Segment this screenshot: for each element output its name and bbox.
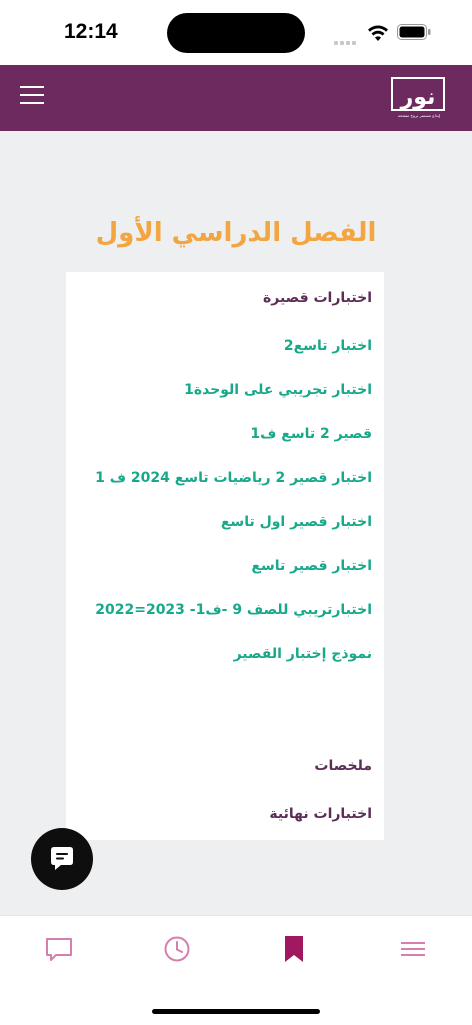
link-item[interactable]: اختبار تجريبي على الوحدة1 xyxy=(78,382,372,398)
status-time: 12:14 xyxy=(64,20,118,43)
link-item[interactable]: قصير 2 تاسع ف1 xyxy=(78,426,372,442)
content-panel: اختبارات قصيرة اختبار تاسع2 اختبار تجريب… xyxy=(66,272,384,840)
link-item[interactable]: اختبار قصير تاسع xyxy=(78,558,372,574)
logo-tagline: إبداع مستمر بروح منفتحة xyxy=(397,113,441,118)
link-item[interactable]: نموذج إختبار القصير xyxy=(78,646,372,662)
chat-bubble-icon xyxy=(51,847,73,870)
battery-icon xyxy=(397,24,431,40)
link-item[interactable]: اختبار تاسع2 xyxy=(78,338,372,354)
section-heading-short-tests[interactable]: اختبارات قصيرة xyxy=(78,290,372,306)
link-item[interactable]: اختبارتريبي للصف 9 -ف1- 2023=2022 xyxy=(78,602,372,618)
chat-icon[interactable] xyxy=(44,934,74,964)
link-item[interactable]: اختبار قصير 2 رياضيات تاسع 2024 ف 1 xyxy=(78,470,372,486)
chat-button[interactable] xyxy=(31,828,93,890)
signal-icon xyxy=(334,30,360,45)
wifi-icon xyxy=(368,25,388,41)
logo-text: نور xyxy=(400,85,436,110)
status-bar: 12:14 xyxy=(0,0,472,65)
page-title: الفصل الدراسي الأول xyxy=(95,218,377,248)
link-item[interactable]: اختبار قصير اول تاسع xyxy=(78,514,372,530)
clock-icon[interactable] xyxy=(162,934,192,964)
menu-icon[interactable] xyxy=(398,934,428,964)
section-heading-summaries[interactable]: ملخصات xyxy=(78,758,372,774)
bookmark-icon[interactable] xyxy=(279,934,309,964)
home-indicator xyxy=(152,1009,320,1014)
hamburger-icon[interactable] xyxy=(20,86,44,106)
section-heading-final-tests[interactable]: اختبارات نهائية xyxy=(78,806,372,822)
dynamic-island xyxy=(167,13,305,53)
